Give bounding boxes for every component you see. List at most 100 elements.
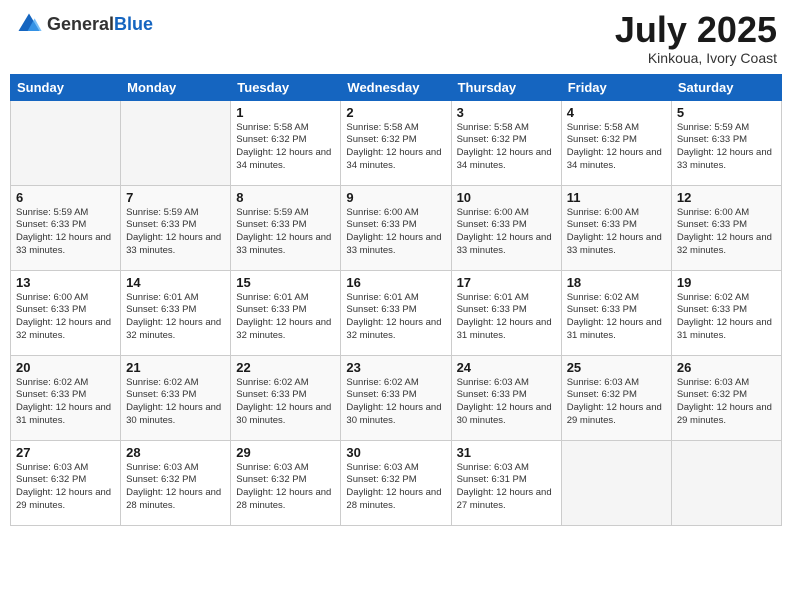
calendar-header-row: SundayMondayTuesdayWednesdayThursdayFrid…	[11, 74, 782, 100]
calendar-cell: 26 Sunrise: 6:03 AM Sunset: 6:32 PM Dayli…	[671, 355, 781, 440]
day-number: 24	[457, 360, 556, 375]
logo-text-general: General	[47, 14, 114, 34]
location-title: Kinkoua, Ivory Coast	[615, 50, 777, 66]
day-info: Sunrise: 5:58 AM Sunset: 6:32 PM Dayligh…	[346, 122, 445, 173]
calendar-cell	[561, 440, 671, 525]
logo: GeneralBlue	[15, 10, 153, 38]
calendar-cell: 30Sunrise: 6:03 AM Sunset: 6:32 PM Dayli…	[341, 440, 451, 525]
calendar-cell	[121, 100, 231, 185]
calendar-cell: 28 Sunrise: 6:03 AM Sunset: 6:32 PM Dayli…	[121, 440, 231, 525]
day-info: Sunrise: 6:03 AM Sunset: 6:32 PM Dayligh…	[236, 462, 335, 513]
day-of-week-header: Tuesday	[231, 74, 341, 100]
logo-text-blue: Blue	[114, 14, 153, 34]
calendar-cell: 29 Sunrise: 6:03 AM Sunset: 6:32 PM Dayli…	[231, 440, 341, 525]
day-number: 3	[457, 105, 556, 120]
calendar-cell: 9Sunrise: 6:00 AM Sunset: 6:33 PM Daylig…	[341, 185, 451, 270]
calendar-cell: 10 Sunrise: 6:00 AM Sunset: 6:33 PM Dayli…	[451, 185, 561, 270]
day-info: Sunrise: 6:01 AM Sunset: 6:33 PM Dayligh…	[457, 292, 556, 343]
day-info: Sunrise: 6:03 AM Sunset: 6:33 PM Dayligh…	[457, 377, 556, 428]
logo-icon	[15, 10, 43, 38]
page-header: GeneralBlue July 2025 Kinkoua, Ivory Coa…	[10, 10, 782, 66]
calendar-cell: 12 Sunrise: 6:00 AM Sunset: 6:33 PM Dayli…	[671, 185, 781, 270]
calendar-cell	[11, 100, 121, 185]
day-info: Sunrise: 6:01 AM Sunset: 6:33 PM Dayligh…	[346, 292, 445, 343]
day-number: 19	[677, 275, 776, 290]
day-number: 27	[16, 445, 115, 460]
day-info: Sunrise: 6:02 AM Sunset: 6:33 PM Dayligh…	[346, 377, 445, 428]
day-info: Sunrise: 6:00 AM Sunset: 6:33 PM Dayligh…	[16, 292, 115, 343]
day-info: Sunrise: 6:00 AM Sunset: 6:33 PM Dayligh…	[677, 207, 776, 258]
day-number: 1	[236, 105, 335, 120]
day-info: Sunrise: 6:03 AM Sunset: 6:32 PM Dayligh…	[567, 377, 666, 428]
day-number: 14	[126, 275, 225, 290]
calendar-cell	[671, 440, 781, 525]
day-info: Sunrise: 5:59 AM Sunset: 6:33 PM Dayligh…	[677, 122, 776, 173]
day-info: Sunrise: 6:03 AM Sunset: 6:32 PM Dayligh…	[126, 462, 225, 513]
day-number: 10	[457, 190, 556, 205]
day-info: Sunrise: 5:59 AM Sunset: 6:33 PM Dayligh…	[126, 207, 225, 258]
title-area: July 2025 Kinkoua, Ivory Coast	[615, 10, 777, 66]
day-info: Sunrise: 6:03 AM Sunset: 6:32 PM Dayligh…	[677, 377, 776, 428]
calendar-cell: 19 Sunrise: 6:02 AM Sunset: 6:33 PM Dayli…	[671, 270, 781, 355]
day-info: Sunrise: 6:02 AM Sunset: 6:33 PM Dayligh…	[16, 377, 115, 428]
day-info: Sunrise: 5:59 AM Sunset: 6:33 PM Dayligh…	[16, 207, 115, 258]
day-number: 30	[346, 445, 445, 460]
calendar-cell: 27 Sunrise: 6:03 AM Sunset: 6:32 PM Dayli…	[11, 440, 121, 525]
calendar-cell: 31 Sunrise: 6:03 AM Sunset: 6:31 PM Dayli…	[451, 440, 561, 525]
calendar-cell: 18Sunrise: 6:02 AM Sunset: 6:33 PM Dayli…	[561, 270, 671, 355]
day-number: 5	[677, 105, 776, 120]
day-info: Sunrise: 6:02 AM Sunset: 6:33 PM Dayligh…	[236, 377, 335, 428]
calendar-cell: 20 Sunrise: 6:02 AM Sunset: 6:33 PM Dayli…	[11, 355, 121, 440]
day-number: 18	[567, 275, 666, 290]
calendar-cell: 7 Sunrise: 5:59 AM Sunset: 6:33 PM Daylig…	[121, 185, 231, 270]
day-info: Sunrise: 6:02 AM Sunset: 6:33 PM Dayligh…	[677, 292, 776, 343]
day-of-week-header: Monday	[121, 74, 231, 100]
month-title: July 2025	[615, 10, 777, 50]
calendar-cell: 25Sunrise: 6:03 AM Sunset: 6:32 PM Dayli…	[561, 355, 671, 440]
day-of-week-header: Sunday	[11, 74, 121, 100]
calendar-week-row: 13 Sunrise: 6:00 AM Sunset: 6:33 PM Dayli…	[11, 270, 782, 355]
day-number: 20	[16, 360, 115, 375]
day-number: 15	[236, 275, 335, 290]
day-of-week-header: Wednesday	[341, 74, 451, 100]
calendar-cell: 17 Sunrise: 6:01 AM Sunset: 6:33 PM Dayli…	[451, 270, 561, 355]
day-info: Sunrise: 6:00 AM Sunset: 6:33 PM Dayligh…	[567, 207, 666, 258]
day-number: 26	[677, 360, 776, 375]
calendar-cell: 3 Sunrise: 5:58 AM Sunset: 6:32 PM Daylig…	[451, 100, 561, 185]
calendar-cell: 11 Sunrise: 6:00 AM Sunset: 6:33 PM Dayli…	[561, 185, 671, 270]
calendar-cell: 6 Sunrise: 5:59 AM Sunset: 6:33 PM Daylig…	[11, 185, 121, 270]
day-of-week-header: Thursday	[451, 74, 561, 100]
day-number: 17	[457, 275, 556, 290]
calendar-table: SundayMondayTuesdayWednesdayThursdayFrid…	[10, 74, 782, 526]
day-of-week-header: Friday	[561, 74, 671, 100]
day-info: Sunrise: 5:58 AM Sunset: 6:32 PM Dayligh…	[457, 122, 556, 173]
day-number: 8	[236, 190, 335, 205]
day-info: Sunrise: 5:59 AM Sunset: 6:33 PM Dayligh…	[236, 207, 335, 258]
calendar-cell: 23Sunrise: 6:02 AM Sunset: 6:33 PM Dayli…	[341, 355, 451, 440]
calendar-cell: 15Sunrise: 6:01 AM Sunset: 6:33 PM Dayli…	[231, 270, 341, 355]
day-number: 16	[346, 275, 445, 290]
calendar-week-row: 1 Sunrise: 5:58 AM Sunset: 6:32 PM Daylig…	[11, 100, 782, 185]
calendar-cell: 2 Sunrise: 5:58 AM Sunset: 6:32 PM Daylig…	[341, 100, 451, 185]
calendar-cell: 21Sunrise: 6:02 AM Sunset: 6:33 PM Dayli…	[121, 355, 231, 440]
day-info: Sunrise: 5:58 AM Sunset: 6:32 PM Dayligh…	[567, 122, 666, 173]
day-number: 28	[126, 445, 225, 460]
day-number: 2	[346, 105, 445, 120]
day-number: 6	[16, 190, 115, 205]
day-info: Sunrise: 6:00 AM Sunset: 6:33 PM Dayligh…	[457, 207, 556, 258]
day-number: 31	[457, 445, 556, 460]
day-number: 21	[126, 360, 225, 375]
day-number: 9	[346, 190, 445, 205]
day-number: 13	[16, 275, 115, 290]
day-info: Sunrise: 5:58 AM Sunset: 6:32 PM Dayligh…	[236, 122, 335, 173]
day-number: 11	[567, 190, 666, 205]
day-of-week-header: Saturday	[671, 74, 781, 100]
day-number: 7	[126, 190, 225, 205]
calendar-week-row: 6 Sunrise: 5:59 AM Sunset: 6:33 PM Daylig…	[11, 185, 782, 270]
day-info: Sunrise: 6:01 AM Sunset: 6:33 PM Dayligh…	[126, 292, 225, 343]
day-number: 29	[236, 445, 335, 460]
day-number: 12	[677, 190, 776, 205]
day-info: Sunrise: 6:03 AM Sunset: 6:31 PM Dayligh…	[457, 462, 556, 513]
calendar-cell: 8 Sunrise: 5:59 AM Sunset: 6:33 PM Daylig…	[231, 185, 341, 270]
day-info: Sunrise: 6:03 AM Sunset: 6:32 PM Dayligh…	[16, 462, 115, 513]
